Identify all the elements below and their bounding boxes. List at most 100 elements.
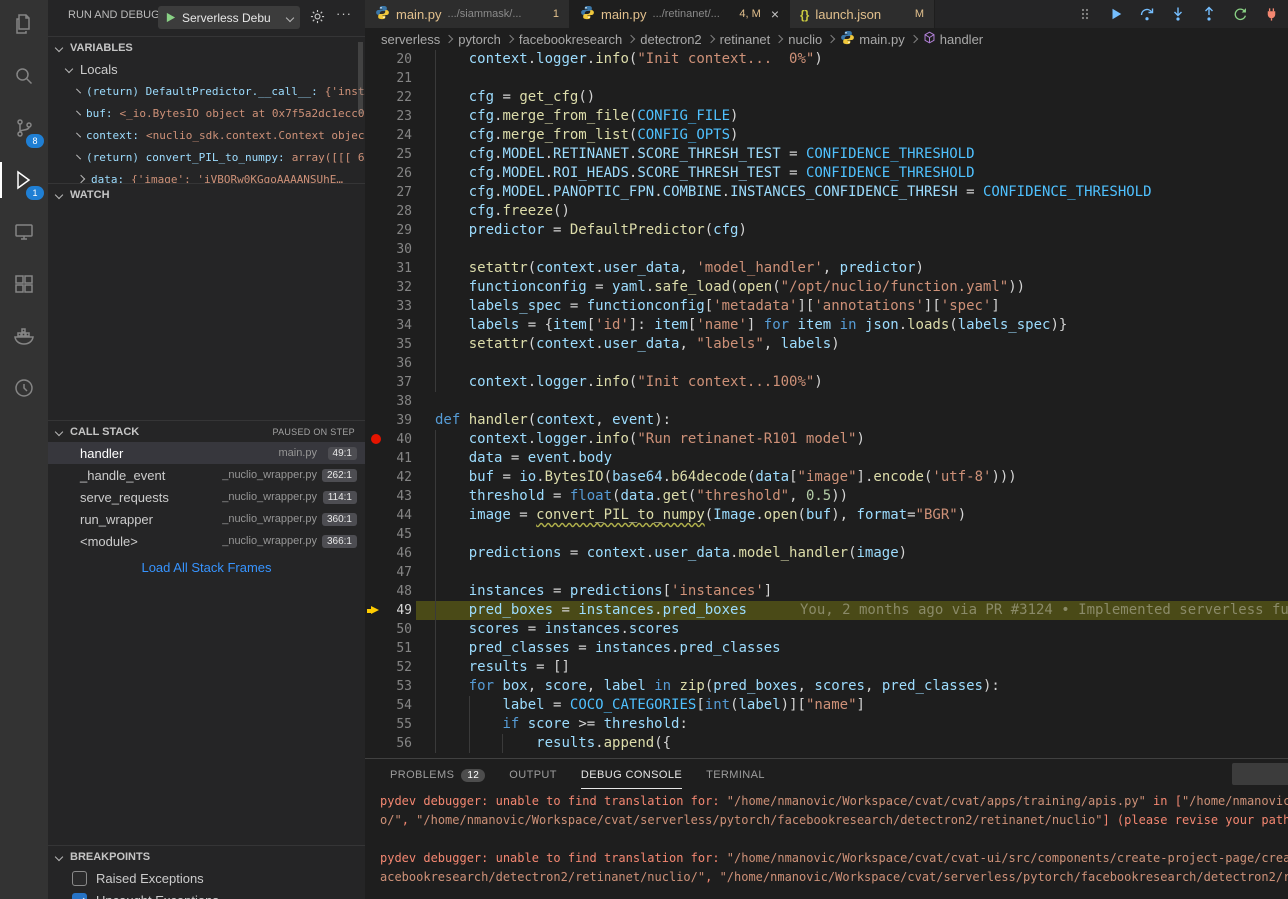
line-number[interactable]: 45: [365, 525, 412, 544]
panel-tab-output[interactable]: OUTPUT: [509, 759, 557, 789]
code-line[interactable]: 30: [365, 240, 1288, 259]
close-icon[interactable]: ×: [771, 7, 779, 21]
line-number[interactable]: 47: [365, 563, 412, 582]
stack-frame[interactable]: handlermain.py49:1: [48, 442, 365, 464]
activity-extensions[interactable]: [0, 260, 48, 308]
load-all-stack-frames-link[interactable]: Load All Stack Frames: [48, 560, 365, 575]
code-line[interactable]: 39def handler(context, event):: [365, 411, 1288, 430]
line-number[interactable]: 39: [365, 411, 412, 430]
line-number[interactable]: 49: [365, 601, 412, 620]
line-number[interactable]: 54: [365, 696, 412, 715]
breakpoint-item[interactable]: Uncaught Exceptions: [48, 889, 365, 899]
stack-frame[interactable]: <module>_nuclio_wrapper.py366:1: [48, 530, 365, 552]
line-number[interactable]: 27: [365, 183, 412, 202]
line-number[interactable]: 41: [365, 449, 412, 468]
code-editor[interactable]: 20 context.logger.info("Init context... …: [365, 50, 1288, 758]
more-actions-icon[interactable]: ···: [336, 6, 352, 21]
code-line[interactable]: 53 for box, score, label in zip(pred_box…: [365, 677, 1288, 696]
checkbox-checked[interactable]: [72, 893, 87, 899]
line-number[interactable]: 23: [365, 107, 412, 126]
line-number[interactable]: 28: [365, 202, 412, 221]
step-out-button[interactable]: [1200, 4, 1218, 24]
activity-remote-explorer[interactable]: [0, 208, 48, 256]
line-number[interactable]: 20: [365, 50, 412, 69]
watch-header[interactable]: WATCH: [48, 183, 365, 205]
code-line[interactable]: 45: [365, 525, 1288, 544]
line-number[interactable]: 51: [365, 639, 412, 658]
code-line[interactable]: 20 context.logger.info("Init context... …: [365, 50, 1288, 69]
code-line[interactable]: 55 if score >= threshold:: [365, 715, 1288, 734]
editor-tab[interactable]: main.py.../retinanet/...4, M×: [570, 0, 790, 28]
code-line[interactable]: 42 buf = io.BytesIO(base64.b64decode(dat…: [365, 468, 1288, 487]
line-number[interactable]: 25: [365, 145, 412, 164]
disconnect-button[interactable]: [1262, 4, 1280, 24]
breadcrumb-item[interactable]: detectron2: [640, 32, 701, 47]
line-number[interactable]: 30: [365, 240, 412, 259]
line-number[interactable]: 44: [365, 506, 412, 525]
variable-row[interactable]: (return) convert_PIL_to_numpy:array([[[ …: [48, 146, 365, 168]
code-line[interactable]: 46 predictions = context.user_data.model…: [365, 544, 1288, 563]
line-number[interactable]: 53: [365, 677, 412, 696]
stack-frame[interactable]: _handle_event_nuclio_wrapper.py262:1: [48, 464, 365, 486]
line-number[interactable]: 29: [365, 221, 412, 240]
code-line[interactable]: 32 functionconfig = yaml.safe_load(open(…: [365, 278, 1288, 297]
code-line[interactable]: 35 setattr(context.user_data, "labels", …: [365, 335, 1288, 354]
panel-tab-debug-console[interactable]: DEBUG CONSOLE: [581, 759, 682, 789]
code-line[interactable]: 51 pred_classes = instances.pred_classes: [365, 639, 1288, 658]
continue-button[interactable]: [1107, 4, 1125, 24]
code-line[interactable]: 36: [365, 354, 1288, 373]
line-number[interactable]: 32: [365, 278, 412, 297]
code-line[interactable]: 47: [365, 563, 1288, 582]
breadcrumb-item[interactable]: nuclio: [788, 32, 822, 47]
code-line[interactable]: 38: [365, 392, 1288, 411]
console-filter-input[interactable]: [1232, 763, 1288, 785]
code-line[interactable]: 28 cfg.freeze(): [365, 202, 1288, 221]
code-line[interactable]: 43 threshold = float(data.get("threshold…: [365, 487, 1288, 506]
variable-row[interactable]: data:{'image': 'iVBORw0KGgoAAAANSUhE…: [48, 168, 365, 183]
activity-docker[interactable]: [0, 312, 48, 360]
activity-explorer[interactable]: [0, 0, 48, 48]
code-line[interactable]: 22 cfg = get_cfg(): [365, 88, 1288, 107]
code-line[interactable]: 33 labels_spec = functionconfig['metadat…: [365, 297, 1288, 316]
code-line[interactable]: 48 instances = predictions['instances']: [365, 582, 1288, 601]
call-stack-header[interactable]: CALL STACK PAUSED ON STEP: [48, 420, 365, 442]
code-line[interactable]: 50 scores = instances.scores: [365, 620, 1288, 639]
panel-tab-problems[interactable]: PROBLEMS12: [390, 759, 485, 789]
line-number[interactable]: 31: [365, 259, 412, 278]
line-number[interactable]: 38: [365, 392, 412, 411]
code-line[interactable]: 56 results.append({: [365, 734, 1288, 753]
stack-frame[interactable]: serve_requests_nuclio_wrapper.py114:1: [48, 486, 365, 508]
variable-row[interactable]: context:<nuclio_sdk.context.Context obje…: [48, 124, 365, 146]
activity-extension-circle[interactable]: [0, 364, 48, 412]
breakpoints-header[interactable]: BREAKPOINTS: [48, 845, 365, 867]
breadcrumb-item[interactable]: handler: [923, 31, 983, 47]
line-number[interactable]: 36: [365, 354, 412, 373]
line-number[interactable]: 40: [365, 430, 412, 449]
code-line[interactable]: 34 labels = {item['id']: item['name'] fo…: [365, 316, 1288, 335]
scope-locals[interactable]: Locals: [48, 58, 365, 80]
launch-config-picker[interactable]: Serverless Debu: [158, 6, 300, 29]
line-number[interactable]: 35: [365, 335, 412, 354]
restart-button[interactable]: [1231, 4, 1249, 24]
breadcrumb-item[interactable]: main.py: [840, 30, 905, 48]
activity-search[interactable]: [0, 52, 48, 100]
step-over-button[interactable]: [1138, 4, 1156, 24]
code-line[interactable]: 23 cfg.merge_from_file(CONFIG_FILE): [365, 107, 1288, 126]
breadcrumb-item[interactable]: retinanet: [720, 32, 771, 47]
line-number[interactable]: 50: [365, 620, 412, 639]
variables-header[interactable]: VARIABLES: [48, 36, 365, 58]
stack-frame[interactable]: run_wrapper_nuclio_wrapper.py360:1: [48, 508, 365, 530]
panel-tab-terminal[interactable]: TERMINAL: [706, 759, 765, 789]
activity-source-control[interactable]: 8: [0, 104, 48, 152]
step-into-button[interactable]: [1169, 4, 1187, 24]
line-number[interactable]: 24: [365, 126, 412, 145]
line-number[interactable]: 33: [365, 297, 412, 316]
breakpoint-item[interactable]: Raised Exceptions: [48, 867, 365, 889]
variables-scrollbar[interactable]: [358, 42, 363, 114]
variable-row[interactable]: (return) DefaultPredictor.__call__:{'ins…: [48, 80, 365, 102]
line-number[interactable]: 52: [365, 658, 412, 677]
debug-settings-gear-icon[interactable]: [310, 9, 325, 27]
code-line[interactable]: 21: [365, 69, 1288, 88]
line-number[interactable]: 22: [365, 88, 412, 107]
code-line[interactable]: 54 label = COCO_CATEGORIES[int(label)]["…: [365, 696, 1288, 715]
